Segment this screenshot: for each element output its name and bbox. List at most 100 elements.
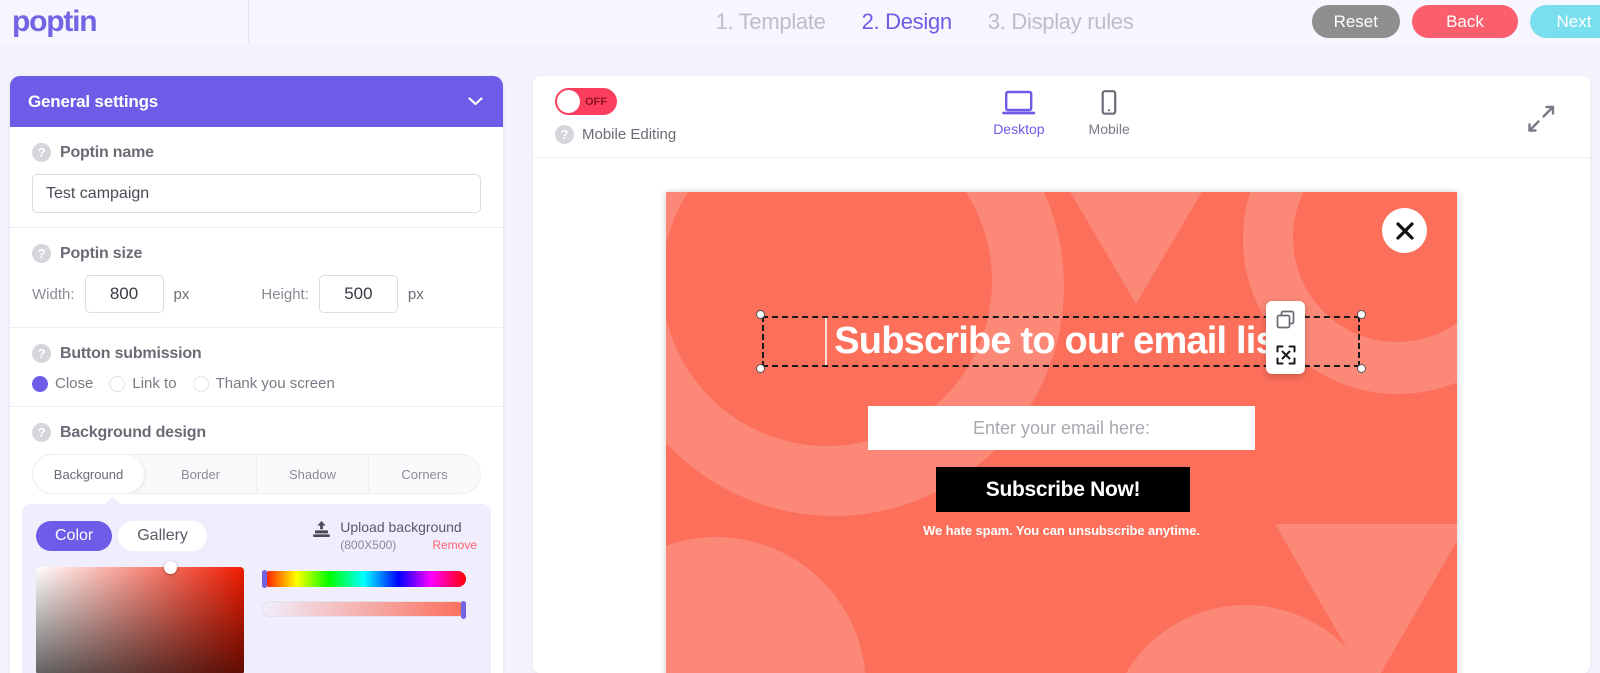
next-button[interactable]: Next xyxy=(1530,5,1600,38)
background-design-section: ? Background design Background Border Sh… xyxy=(10,407,503,504)
toggle-state-label: OFF xyxy=(585,95,607,108)
help-icon[interactable]: ? xyxy=(555,125,574,144)
move-arrows-icon xyxy=(1276,345,1295,365)
mobile-editing-control: OFF ? Mobile Editing xyxy=(555,88,676,144)
size-controls: Width: px Height: px xyxy=(32,275,481,313)
upload-size-hint: (800X500) xyxy=(340,537,397,552)
expand-diagonal-icon xyxy=(1528,105,1555,132)
design-canvas: OFF ? Mobile Editing Desktop Mobile Subs… xyxy=(533,76,1590,673)
mobile-icon xyxy=(1102,90,1117,115)
background-design-label-row: ? Background design xyxy=(32,423,481,442)
height-label: Height: xyxy=(261,285,309,303)
step-display-rules[interactable]: 3. Display rules xyxy=(988,9,1134,35)
chevron-down-icon[interactable] xyxy=(468,93,483,110)
general-settings-title: General settings xyxy=(28,91,159,111)
button-submission-label-row: ? Button submission xyxy=(32,344,481,363)
tab-border[interactable]: Border xyxy=(145,455,257,493)
poptin-logo[interactable]: poptin xyxy=(12,7,98,37)
step-template[interactable]: 1. Template xyxy=(716,9,826,35)
radio-link-to-dot[interactable] xyxy=(109,375,126,392)
hue-slider-knob[interactable] xyxy=(262,570,267,589)
top-bar: poptin 1. Template 2. Design 3. Display … xyxy=(0,0,1600,44)
device-mobile[interactable]: Mobile xyxy=(1089,90,1130,137)
move-button[interactable] xyxy=(1275,344,1297,366)
radio-thank-you-screen[interactable]: Thank you screen xyxy=(192,375,335,392)
step-design[interactable]: 2. Design xyxy=(862,9,953,35)
height-unit: px xyxy=(407,285,424,303)
upload-label: Upload background xyxy=(340,519,462,535)
duplicate-icon xyxy=(1276,310,1294,329)
width-label: Width: xyxy=(32,285,75,303)
duplicate-button[interactable] xyxy=(1275,309,1297,331)
upload-subrow: (800X500) Remove xyxy=(340,537,477,553)
mobile-editing-toggle[interactable]: OFF xyxy=(555,88,617,115)
mobile-editing-label-row: ? Mobile Editing xyxy=(555,125,676,144)
desktop-icon xyxy=(1002,90,1036,115)
device-mobile-label: Mobile xyxy=(1088,121,1130,137)
saturation-value-area[interactable] xyxy=(36,561,244,673)
expand-canvas-button[interactable] xyxy=(1526,104,1556,139)
upload-glyph xyxy=(313,521,331,537)
popup-close-button[interactable] xyxy=(1382,208,1427,253)
poptin-size-label-row: ? Poptin size xyxy=(32,244,481,263)
radio-link-to[interactable]: Link to xyxy=(109,375,177,392)
hue-slider[interactable] xyxy=(262,570,466,589)
height-input[interactable] xyxy=(318,275,398,313)
spam-disclaimer: We hate spam. You can unsubscribe anytim… xyxy=(923,523,1200,538)
background-mode-row: Color Gallery Upload background (800X500… xyxy=(36,518,477,553)
upload-icon xyxy=(312,520,331,539)
color-sliders xyxy=(262,567,466,673)
color-picker xyxy=(36,561,477,673)
alpha-slider[interactable] xyxy=(262,601,466,620)
mode-gallery-button[interactable]: Gallery xyxy=(118,520,207,551)
popup-stage: Subscribe to our email list Enter your e… xyxy=(533,158,1590,673)
upload-text-block: Upload background (800X500) Remove xyxy=(340,518,477,553)
toggle-knob xyxy=(557,90,580,113)
device-switcher: Desktop Mobile xyxy=(993,90,1130,137)
settings-sidebar: General settings ? Poptin name ? Poptin … xyxy=(10,76,503,673)
email-input-field[interactable]: Enter your email here: xyxy=(868,406,1255,450)
help-icon[interactable]: ? xyxy=(32,244,51,263)
radio-close[interactable]: Close xyxy=(32,375,93,392)
tab-corners[interactable]: Corners xyxy=(369,455,480,493)
poptin-size-label: Poptin size xyxy=(60,244,143,262)
poptin-name-input[interactable] xyxy=(32,174,481,213)
mode-color-button[interactable]: Color xyxy=(36,520,113,551)
element-toolbar xyxy=(1266,301,1305,374)
radio-close-label: Close xyxy=(55,375,94,392)
device-desktop-label: Desktop xyxy=(993,121,1045,137)
background-design-tabs: Background Border Shadow Corners xyxy=(32,454,481,494)
help-icon[interactable]: ? xyxy=(32,423,51,442)
radio-thank-you-label: Thank you screen xyxy=(215,375,335,392)
remove-background-link[interactable]: Remove xyxy=(432,537,477,553)
submission-radio-group: Close Link to Thank you screen xyxy=(32,375,481,392)
saturation-value-handle[interactable] xyxy=(164,561,177,575)
close-icon xyxy=(1395,221,1414,240)
radio-close-dot[interactable] xyxy=(32,375,48,392)
help-icon[interactable]: ? xyxy=(32,143,51,162)
help-icon[interactable]: ? xyxy=(32,344,51,363)
alpha-slider-knob[interactable] xyxy=(461,601,466,620)
popup-preview: Subscribe to our email list Enter your e… xyxy=(666,192,1457,673)
decorative-circle-bottom-center xyxy=(1106,605,1386,673)
decorative-triangle-right xyxy=(1275,524,1457,673)
mobile-editing-label: Mobile Editing xyxy=(582,126,677,143)
background-panel: Color Gallery Upload background (800X500… xyxy=(22,496,491,673)
radio-thank-you-dot[interactable] xyxy=(192,375,209,392)
width-input[interactable] xyxy=(84,275,164,313)
back-button[interactable]: Back xyxy=(1412,5,1518,38)
device-desktop[interactable]: Desktop xyxy=(993,90,1045,137)
button-submission-section: ? Button submission Close Link to Thank … xyxy=(10,328,503,407)
tab-background[interactable]: Background xyxy=(33,455,145,493)
background-design-label: Background design xyxy=(60,423,206,441)
poptin-name-label-row: ? Poptin name xyxy=(32,143,481,162)
upload-background-control[interactable]: Upload background (800X500) Remove xyxy=(312,518,477,553)
email-placeholder: Enter your email here: xyxy=(972,417,1151,438)
reset-button[interactable]: Reset xyxy=(1311,5,1400,38)
subscribe-button[interactable]: Subscribe Now! xyxy=(936,467,1190,512)
chevron-down-glyph xyxy=(468,97,483,106)
tab-shadow[interactable]: Shadow xyxy=(257,455,369,493)
canvas-toolbar: OFF ? Mobile Editing Desktop Mobile xyxy=(533,76,1590,158)
poptin-size-section: ? Poptin size Width: px Height: px xyxy=(10,228,503,328)
general-settings-header[interactable]: General settings xyxy=(10,76,503,127)
